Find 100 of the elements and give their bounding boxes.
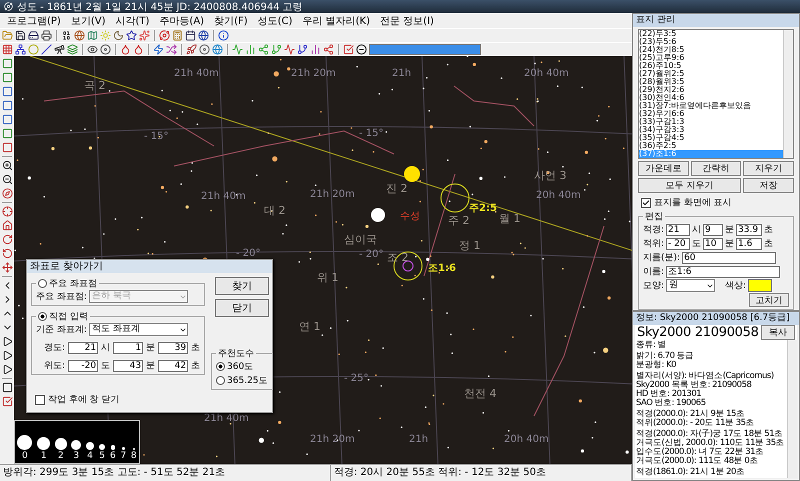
list-item[interactable]: (30)천인4:6: [639, 94, 783, 102]
menu-item[interactable]: 보기(V): [66, 14, 110, 28]
compass-icon[interactable]: [2, 188, 12, 199]
crosshair-icon[interactable]: [2, 206, 12, 217]
zoom-out-icon[interactable]: [356, 44, 367, 55]
play-icon[interactable]: [2, 364, 12, 375]
printer-icon[interactable]: [41, 30, 52, 41]
droplet-icon[interactable]: [133, 44, 144, 55]
slash-icon[interactable]: [41, 44, 52, 55]
panel-button[interactable]: 저장: [743, 178, 794, 193]
binary-icon[interactable]: [61, 30, 72, 41]
git-branch-icon[interactable]: [297, 44, 308, 55]
number-field[interactable]: 39: [158, 342, 188, 354]
sun[interactable]: [404, 166, 420, 182]
grid-3x-3-icon[interactable]: [2, 44, 13, 55]
square-icon[interactable]: [2, 382, 12, 393]
find-button[interactable]: 찾기: [214, 277, 269, 295]
name-field[interactable]: 조1:6: [666, 266, 780, 278]
checkbox[interactable]: [641, 198, 651, 208]
telescope-icon[interactable]: [54, 44, 65, 55]
panel-button[interactable]: 모두 지우기: [638, 178, 742, 193]
degree-radio[interactable]: [216, 362, 226, 371]
square-check-big-icon[interactable]: [343, 44, 354, 55]
shape-select[interactable]: 원: [666, 279, 716, 292]
zoom-in-icon[interactable]: [2, 160, 12, 171]
number-field[interactable]: 1: [113, 342, 144, 354]
zoom-out-icon[interactable]: [2, 174, 12, 185]
list-item[interactable]: (32)우기6:6: [639, 110, 783, 118]
list-item[interactable]: (35)구감4:5: [639, 134, 783, 142]
checkbox[interactable]: [35, 394, 45, 404]
scrollbar[interactable]: [787, 340, 797, 478]
network-icon[interactable]: [15, 44, 26, 55]
menu-item[interactable]: 주마등(A): [154, 14, 210, 28]
save-icon[interactable]: [15, 30, 26, 41]
list-item[interactable]: (22)두3:5: [639, 30, 783, 38]
number-field[interactable]: 9: [703, 224, 724, 236]
chart-no-axes-column-icon[interactable]: [310, 44, 321, 55]
house-icon[interactable]: [2, 220, 12, 231]
play-icon[interactable]: [2, 350, 12, 361]
menu-item[interactable]: 성도(C): [252, 14, 298, 28]
panel-button[interactable]: 간략히: [690, 161, 742, 176]
degree-radio[interactable]: [216, 376, 226, 385]
move-icon[interactable]: [2, 262, 12, 273]
square-check-big-icon[interactable]: [2, 396, 12, 407]
menu-item[interactable]: 시각(T): [110, 14, 154, 28]
marker-list[interactable]: (22)두3:5 (23)두5:6 (24)천기8:5 (25)고루9:6 (26)주10:5 (27)월위2:5 (28)월위3:5 (29)천지2:6 (30)천인4:6 (31)장7:바로옆에다른후보있음 (32)우기6:6 (33)구감1:3 (34)구감3:3 (35)구감4:5 (36)주2:5 (37)조1:6: [638, 29, 794, 159]
list-item[interactable]: (28)월위3:5: [639, 78, 783, 86]
number-field[interactable]: - 20: [666, 238, 690, 250]
share-2-icon[interactable]: [258, 44, 269, 55]
list-item[interactable]: (26)주10:5: [639, 62, 783, 70]
rocket-icon[interactable]: [186, 44, 197, 55]
number-field[interactable]: 43: [113, 360, 144, 372]
list-item[interactable]: (25)고루9:6: [639, 54, 783, 62]
menu-item[interactable]: 전문 정보(I): [374, 14, 439, 28]
manual-radio[interactable]: [38, 312, 47, 321]
info-icon[interactable]: [218, 30, 229, 41]
disc-icon[interactable]: [199, 44, 210, 55]
number-field[interactable]: 21: [68, 342, 98, 354]
droplet-icon[interactable]: [120, 44, 131, 55]
list-item[interactable]: (31)장7:바로옆에다른후보있음: [639, 102, 783, 110]
play-icon[interactable]: [2, 336, 12, 347]
hard-drive-icon[interactable]: [28, 30, 39, 41]
list-item[interactable]: (33)구감1:3: [639, 118, 783, 126]
rotate-ccw-icon[interactable]: [2, 248, 12, 259]
planet[interactable]: [371, 208, 385, 222]
calendar-icon[interactable]: [185, 30, 196, 41]
panel-button[interactable]: 지우기: [743, 161, 794, 176]
share-2-icon[interactable]: [323, 44, 334, 55]
coordinate-select[interactable]: 적도 좌표계: [88, 323, 188, 336]
map-icon[interactable]: [87, 30, 98, 41]
number-field[interactable]: 21: [666, 224, 690, 236]
globe-icon[interactable]: [74, 30, 85, 41]
list-item[interactable]: (36)주2:5: [639, 142, 783, 150]
color-swatch[interactable]: [748, 279, 772, 292]
star-icon[interactable]: [126, 30, 137, 41]
close-button[interactable]: 닫기: [214, 299, 269, 317]
panel-button[interactable]: 가운데로: [638, 161, 689, 176]
globe-icon[interactable]: [198, 30, 209, 41]
chart-no-axes-column-icon[interactable]: [245, 44, 256, 55]
menu-item[interactable]: 우리 별자리(K): [297, 14, 375, 28]
list-item[interactable]: (27)월위2:5: [639, 70, 783, 78]
number-field[interactable]: 10: [703, 238, 724, 250]
menu-item[interactable]: 프로그램(P): [2, 14, 66, 28]
disc-icon[interactable]: [100, 44, 111, 55]
menu-item[interactable]: 찾기(F): [209, 14, 253, 28]
calculator-icon[interactable]: [172, 30, 183, 41]
scrollbar[interactable]: [783, 30, 793, 158]
list-item[interactable]: (24)천기8:5: [639, 46, 783, 54]
moon-icon[interactable]: [113, 30, 124, 41]
sparkles-icon[interactable]: [139, 30, 150, 41]
apply-button[interactable]: 고치기: [749, 293, 789, 307]
globe-icon[interactable]: [212, 44, 223, 55]
number-field[interactable]: -20: [68, 360, 98, 372]
copy-button[interactable]: 복사: [761, 325, 795, 340]
diameter-field[interactable]: 60: [682, 252, 776, 264]
number-field[interactable]: 1.6: [736, 238, 762, 250]
list-item[interactable]: (29)천지2:6: [639, 86, 783, 94]
eye-icon[interactable]: [87, 44, 98, 55]
activity-icon[interactable]: [284, 44, 295, 55]
list-item[interactable]: (34)구감3:3: [639, 126, 783, 134]
